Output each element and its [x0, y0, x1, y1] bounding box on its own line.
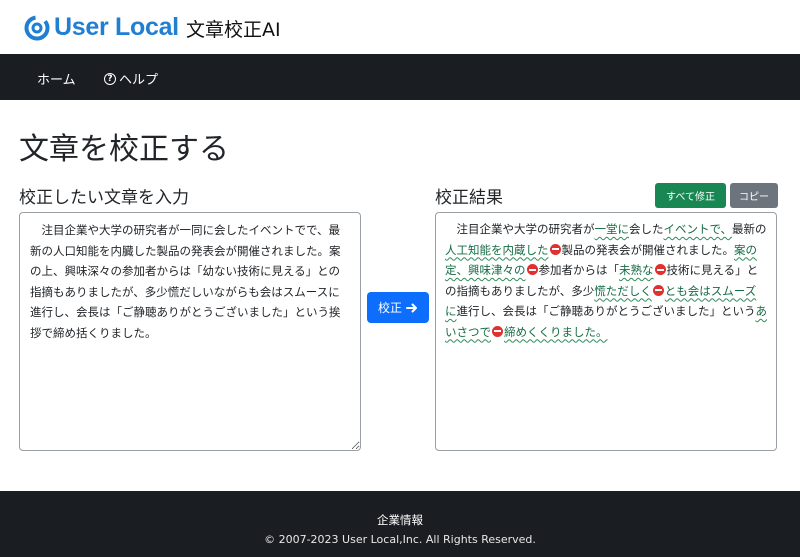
result-text: 参加者からは「 [538, 263, 620, 277]
input-textarea[interactable]: 注目企業や大学の研究者が一同に会したイベントでで、最新の人口知能を内臓した製品の… [19, 212, 361, 451]
delete-mark-icon[interactable] [549, 243, 561, 255]
correction-suggestion[interactable]: イベントで、 [664, 222, 733, 236]
result-text: 会した [629, 222, 664, 236]
delete-mark-icon[interactable] [492, 325, 503, 337]
nav-home[interactable]: ホーム [37, 69, 76, 88]
result-text: 注目企業や大学の研究者が [445, 222, 595, 236]
site-header: User Local 文章校正AI [0, 0, 800, 54]
delete-mark-icon[interactable] [652, 284, 664, 296]
question-circle-icon: ? [104, 72, 116, 85]
site-footer: 企業情報 © 2007-2023 User Local,Inc. All Rig… [0, 491, 800, 557]
nav-help-label: ヘルプ [119, 73, 159, 88]
nav-home-label: ホーム [37, 73, 76, 88]
result-text: 最新の [732, 222, 767, 236]
input-label: 校正したい文章を入力 [19, 188, 189, 208]
correction-suggestion[interactable]: 人工知能を内蔵した [445, 243, 549, 257]
correction-suggestion[interactable]: 一堂に [595, 222, 630, 236]
result-text: 製品の発表会が開催されました。 [561, 242, 735, 257]
correct-button-label: 校正 [377, 301, 402, 315]
userlocal-logo-icon [24, 15, 50, 40]
fix-all-button[interactable]: すべて修正 [655, 183, 726, 208]
delete-mark-icon[interactable] [654, 264, 666, 275]
navbar: ホーム ? ヘルプ [0, 54, 800, 100]
delete-mark-icon[interactable] [526, 264, 538, 275]
userlocal-logo[interactable]: User Local [24, 13, 179, 42]
nav-help[interactable]: ? ヘルプ [104, 69, 158, 88]
result-panel: 注目企業や大学の研究者が一堂に会したイベントで、最新の人工知能を内蔵した 製品の発… [435, 212, 777, 451]
app-name: 文章校正AI [186, 19, 281, 41]
correction-suggestion[interactable]: 慌ただしく [594, 284, 652, 298]
output-label: 校正結果 [435, 188, 503, 208]
correct-button[interactable]: 校正 [367, 292, 429, 323]
page-title: 文章を校正する [19, 132, 229, 167]
copy-button[interactable]: コピー [730, 183, 778, 208]
result-text: 進行し、会長は「ご静聴ありがとうございました」という [456, 304, 756, 318]
logo-text: User Local [54, 13, 179, 41]
copyright-text: © 2007-2023 User Local,Inc. All Rights R… [264, 533, 536, 546]
correction-suggestion[interactable]: 締めくくりました。 [504, 325, 608, 339]
arrow-right-icon [406, 303, 417, 312]
company-info-link[interactable]: 企業情報 [0, 512, 800, 528]
correction-suggestion[interactable]: 未熟な [619, 263, 654, 277]
